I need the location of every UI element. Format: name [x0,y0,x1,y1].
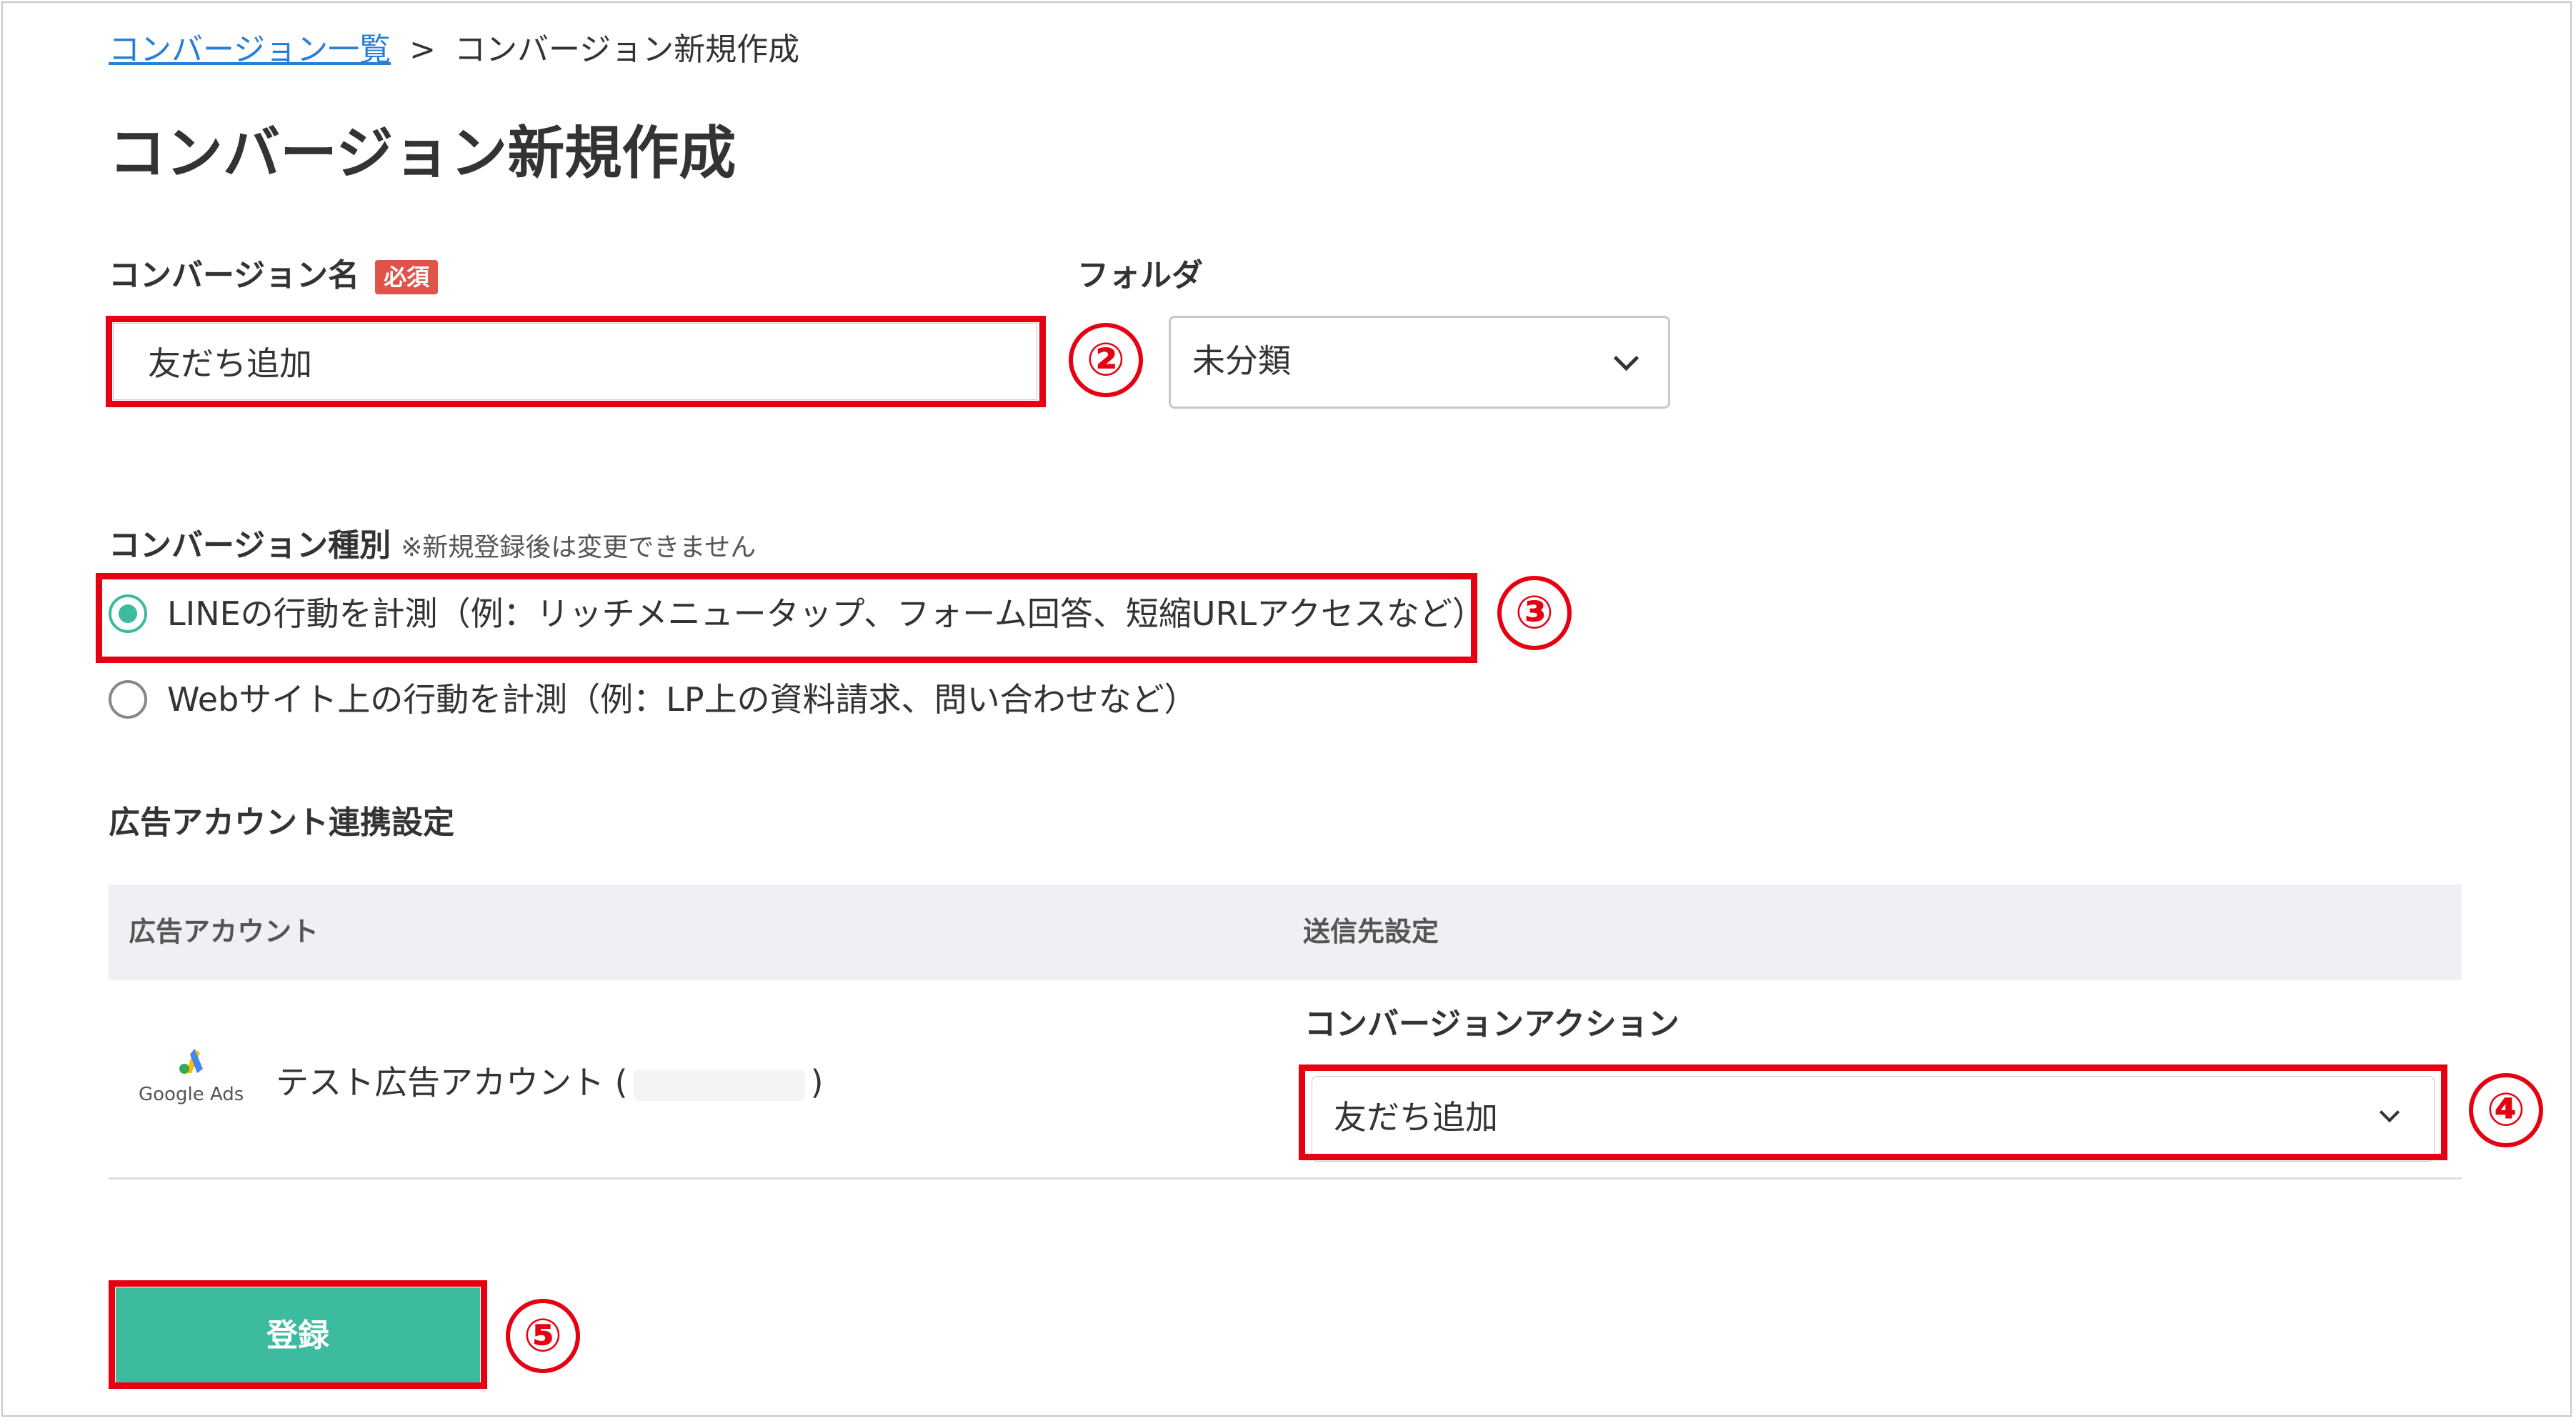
conversion-type-label-text: コンバージョン種別 [109,527,391,564]
breadcrumb-separator: > [409,31,436,68]
ad-account-table-header [109,884,2462,980]
folder-label: フォルダ [1077,257,1203,294]
folder-select[interactable]: 未分類 [1169,316,1670,409]
chevron-down-icon [1613,345,1639,372]
highlight-box-name [106,316,1046,407]
page-title: コンバージョン新規作成 [109,120,737,186]
ad-account-section-title: 広告アカウント連携設定 [109,804,454,841]
radio-option-web-label: Webサイト上の行動を計測（例：LP上の資料請求、問い合わせなど） [167,680,1197,719]
ad-account-name-close: ) [810,1063,824,1102]
breadcrumb: コンバージョン一覧 > コンバージョン新規作成 [109,27,799,73]
ad-account-name: テスト広告アカウント () [276,1057,824,1107]
breadcrumb-current: コンバージョン新規作成 [454,31,800,68]
conversion-name-label-text: コンバージョン名 [109,257,360,294]
annotation-5: ⑤ [506,1299,580,1373]
highlight-box-register [109,1280,487,1389]
google-ads-logo-text: Google Ads [139,1084,244,1105]
required-badge: 必須 [375,260,439,294]
conversion-type-note: ※新規登録後は変更できません [401,533,757,562]
radio-option-web[interactable]: Webサイト上の行動を計測（例：LP上の資料請求、問い合わせなど） [109,674,1197,724]
table-divider [109,1177,2462,1180]
annotation-4: ④ [2469,1073,2543,1147]
radio-unchecked-icon[interactable] [109,680,147,719]
folder-select-value: 未分類 [1192,341,1291,380]
highlight-box-type [96,573,1477,663]
column-header-destination: 送信先設定 [1303,916,1439,947]
breadcrumb-link-conversion-list[interactable]: コンバージョン一覧 [109,31,391,68]
conversion-action-label: コンバージョンアクション [1304,1006,1679,1042]
ad-account-id-masked [633,1069,805,1101]
annotation-2: ② [1069,323,1143,397]
google-ads-logo-icon [179,1049,203,1074]
column-header-ad-account: 広告アカウント [129,916,319,947]
conversion-type-label: コンバージョン種別 ※新規登録後は変更できません [109,524,756,569]
annotation-3: ③ [1497,576,1572,650]
ad-account-name-text: テスト広告アカウント ( [276,1063,628,1102]
conversion-name-label: コンバージョン名 必須 [109,254,439,297]
highlight-box-action [1299,1064,2447,1160]
